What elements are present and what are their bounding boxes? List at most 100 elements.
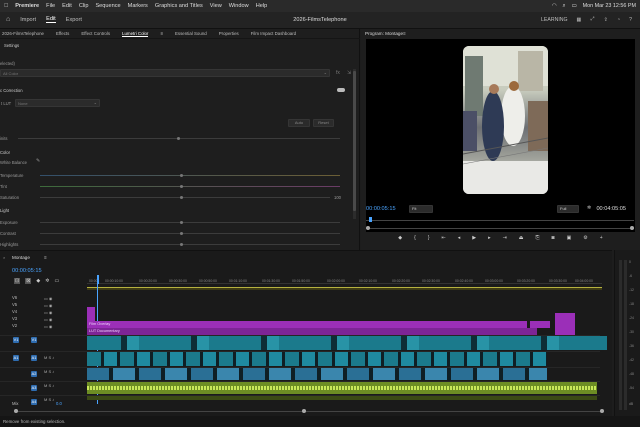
menu-sequence[interactable]: Sequence	[95, 3, 120, 9]
panel-scrollbar[interactable]	[353, 69, 356, 219]
mix-value[interactable]: 0.0	[56, 401, 62, 406]
track-toggles[interactable]: ▭ ◉ ▭ ◉ ▭ ◉ ▭ ◉ ▭ ◉	[44, 295, 52, 330]
menubar-clock[interactable]: Mon Mar 23 12:56 PM	[583, 3, 636, 9]
exposure-slider[interactable]	[180, 221, 183, 224]
track-v4[interactable]: V4	[12, 309, 17, 314]
wrench-icon[interactable]: ✲	[587, 205, 591, 211]
timeline-scrollbar[interactable]	[14, 409, 604, 413]
menu-help[interactable]: Help	[256, 3, 268, 9]
eyedropper-icon[interactable]: ✎	[36, 158, 40, 164]
a1-source-patch[interactable]: A1	[13, 355, 19, 361]
menu-graphics[interactable]: Graphics and Titles	[155, 3, 203, 9]
clip-lut-documentary[interactable]: LUT Documentary	[87, 328, 537, 335]
a4-track[interactable]	[87, 396, 597, 400]
play-icon[interactable]: ▶	[472, 235, 476, 241]
extract-icon[interactable]: ⎘	[536, 235, 540, 241]
section-toggle[interactable]	[337, 88, 345, 92]
track-v2[interactable]: V2	[12, 323, 17, 328]
saturation-value[interactable]: 100	[334, 195, 341, 200]
menu-edit[interactable]: Edit	[62, 3, 72, 9]
a2-clips[interactable]	[87, 368, 547, 380]
app-menu[interactable]: Premiere	[15, 3, 39, 9]
v1-clip-strip[interactable]	[87, 336, 607, 350]
clip-v4-short[interactable]	[87, 307, 95, 321]
a3-music[interactable]	[87, 382, 597, 394]
program-scrubber[interactable]	[366, 217, 634, 222]
lut-dropdown[interactable]: None ⌄	[15, 99, 100, 107]
sequence-tab[interactable]: Montage	[12, 255, 30, 260]
track-a2[interactable]: A2	[31, 371, 37, 377]
go-to-out-icon[interactable]: ⇥	[503, 235, 507, 241]
a1-clips[interactable]	[87, 352, 547, 366]
captions-icon[interactable]: ▭	[54, 278, 59, 284]
control-center-icon[interactable]: ▭	[572, 3, 577, 9]
tab-film-impact[interactable]: Film Impact Dashboard	[251, 31, 296, 36]
track-a1[interactable]: A1	[31, 355, 37, 361]
compare-icon[interactable]: ▣	[567, 235, 572, 241]
linked-selection-icon[interactable]: ⊠	[25, 278, 32, 284]
basic-correction-header[interactable]: c Correction	[0, 88, 23, 93]
reset-button[interactable]: Reset	[313, 119, 334, 127]
v1-source-patch[interactable]: V1	[13, 337, 19, 343]
track-v3[interactable]: V3	[12, 316, 17, 321]
tab-properties[interactable]: Properties	[219, 31, 239, 36]
search-icon[interactable]: ⌕	[563, 3, 566, 10]
panel-expand-icon[interactable]: ⇲	[347, 70, 351, 76]
fullscreen-icon[interactable]: ⤢	[590, 16, 594, 23]
panel-menu-icon[interactable]: ≡	[403, 31, 406, 36]
close-icon[interactable]: ×	[3, 255, 5, 260]
timeline-timecode[interactable]: 00:00:05:15	[12, 268, 42, 274]
clip-overlay-2[interactable]	[530, 321, 550, 328]
track-v6[interactable]: V6	[12, 295, 17, 300]
tab-project[interactable]: 2026-FilmsTelephone	[2, 31, 44, 36]
workspaces-icon[interactable]: ▦	[577, 17, 582, 23]
marker-icon[interactable]: ◆	[398, 235, 402, 241]
zoom-bar[interactable]	[366, 226, 634, 230]
menu-file[interactable]: File	[46, 3, 55, 9]
fit-dropdown[interactable]: Fit	[409, 205, 433, 213]
help-icon[interactable]: ?	[629, 17, 632, 23]
clip-selector[interactable]: All Color ⌄	[0, 69, 330, 77]
menu-window[interactable]: Window	[229, 3, 249, 9]
program-viewer[interactable]	[366, 39, 635, 232]
notifications-icon[interactable]: ◔	[617, 17, 620, 23]
step-back-icon[interactable]: ◂	[458, 235, 461, 241]
share-icon[interactable]: ⇪	[604, 17, 608, 23]
resolution-dropdown[interactable]: Full	[557, 205, 579, 213]
camera-icon[interactable]: ◙	[552, 235, 555, 241]
mark-in-icon[interactable]: {	[414, 235, 416, 241]
clip-film-overlay[interactable]: Film Overlay	[87, 321, 527, 328]
wrench-icon[interactable]: ✲	[45, 278, 49, 284]
marker-add-icon[interactable]: ◆	[36, 278, 40, 284]
highlights-slider[interactable]	[180, 243, 183, 246]
inits-slider[interactable]	[177, 137, 180, 140]
clip-overlay-3[interactable]	[555, 313, 575, 335]
auto-button[interactable]: Auto	[288, 119, 310, 127]
fx-icon[interactable]: fx	[336, 70, 340, 76]
tab-effects[interactable]: Effects	[56, 31, 69, 36]
wifi-icon[interactable]: ◠	[552, 3, 557, 9]
menu-clip[interactable]: Clip	[79, 3, 89, 9]
saturation-slider[interactable]	[180, 196, 183, 199]
menu-markers[interactable]: Markers	[128, 3, 148, 9]
work-area-bar[interactable]	[87, 287, 602, 290]
mark-out-icon[interactable]: }	[428, 235, 430, 241]
learning-button[interactable]: LEARNING	[541, 17, 568, 23]
menu-view[interactable]: View	[210, 3, 222, 9]
program-timecode[interactable]: 00:00:05:15	[366, 206, 396, 212]
timeline-ruler[interactable]: 00:00 00:00:10:00 00:00:20:00 00:00:30:0…	[87, 275, 602, 284]
tint-slider[interactable]	[180, 185, 183, 188]
track-a4[interactable]: A4	[31, 399, 37, 405]
track-a3[interactable]: A3	[31, 385, 37, 391]
snap-icon[interactable]: ⊡	[14, 278, 21, 284]
tab-effect-controls[interactable]: Effect Controls	[81, 31, 110, 36]
tab-essential-sound[interactable]: Essential Sound	[175, 31, 207, 36]
add-button-icon[interactable]: +	[600, 235, 603, 241]
contrast-slider[interactable]	[180, 232, 183, 235]
tab-menu-icon[interactable]: ≡	[160, 31, 163, 36]
temperature-slider[interactable]	[180, 174, 183, 177]
tab-lumetri-color[interactable]: Lumetri Color	[122, 31, 149, 37]
apple-menu[interactable]: 	[4, 3, 8, 9]
go-to-in-icon[interactable]: ⇤	[441, 235, 445, 241]
lift-icon[interactable]: ⏏	[519, 235, 524, 241]
